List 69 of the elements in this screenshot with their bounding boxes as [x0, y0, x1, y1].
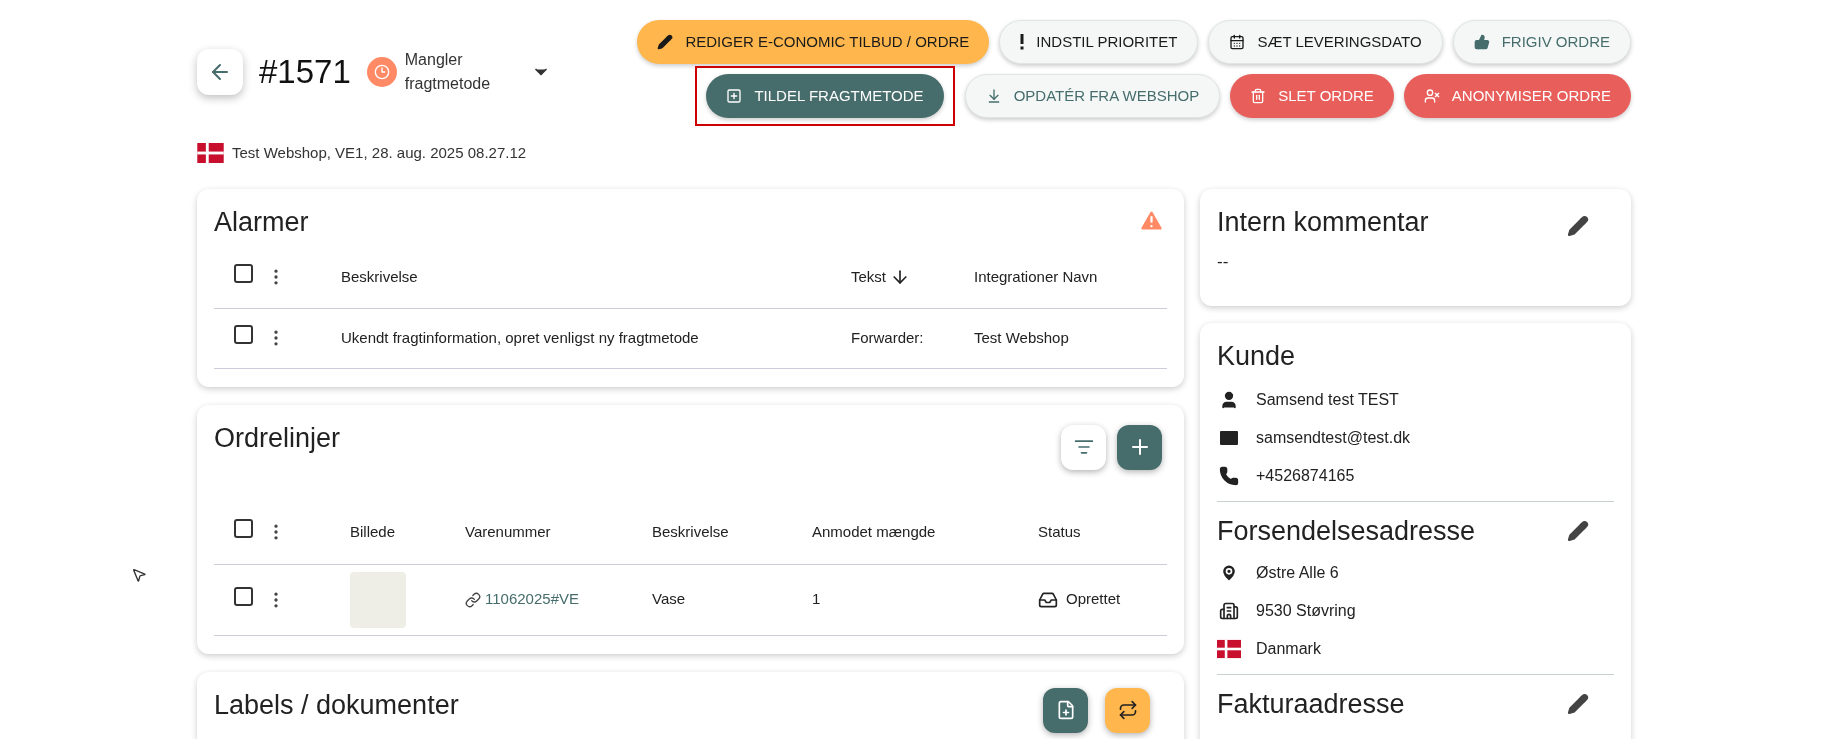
comment-text: --: [1217, 250, 1230, 273]
search-list-button[interactable]: [1061, 424, 1106, 470]
info-text: samsendtest@test.dk: [1256, 427, 1411, 448]
calendar-icon: [1229, 34, 1246, 50]
card-title: Kunde: [1217, 339, 1297, 373]
location-pin-icon: [1219, 562, 1239, 583]
refresh-button[interactable]: [1105, 687, 1150, 733]
link-icon: [465, 591, 481, 608]
add-button[interactable]: [1117, 424, 1162, 470]
column-header[interactable]: Tekst: [851, 265, 974, 289]
action-button[interactable]: REDIGER E-CONOMIC TILBUD / ORDRE: [637, 20, 990, 64]
info-text: 9530 Støvring: [1256, 600, 1356, 621]
flag-icon: [197, 143, 224, 164]
edit-icon[interactable]: [1567, 692, 1589, 715]
column-header[interactable]: Billede: [341, 520, 465, 544]
checkbox[interactable]: [234, 586, 253, 606]
edit-icon[interactable]: [1567, 214, 1589, 237]
card-title: Ordrelinjer: [214, 421, 341, 455]
status-text: Oprettet: [1066, 589, 1121, 610]
table-cell-text: Forwarder:: [851, 327, 925, 348]
card-title: Intern kommentar: [1217, 205, 1429, 239]
mouse-cursor-icon: [131, 566, 147, 584]
loop-arrow-icon: [1117, 700, 1138, 720]
checkbox[interactable]: [234, 519, 253, 538]
list-search-icon: [1073, 437, 1094, 457]
column-header[interactable]: Status: [1038, 520, 1167, 544]
info-text: +4526874165: [1256, 465, 1355, 486]
action-button[interactable]: SÆT LEVERINGSDATO: [1208, 20, 1443, 64]
column-header[interactable]: Integrationer Navn: [974, 265, 1167, 289]
clock-icon: [373, 63, 390, 80]
action-button[interactable]: OPDATÉR FRA WEBSHOP: [964, 74, 1221, 118]
flag-icon: [1217, 638, 1241, 659]
column-header[interactable]: Beskrivelse: [652, 520, 812, 544]
person-off-icon: [1423, 88, 1440, 104]
item-link[interactable]: 11062025#VE: [465, 588, 652, 611]
checkbox[interactable]: [234, 325, 253, 344]
trash-icon: [1250, 88, 1267, 104]
card-title: Forsendelsesadresse: [1217, 514, 1476, 548]
checkbox[interactable]: [234, 264, 253, 283]
order-meta: Test Webshop, VE1, 28. aug. 2025 08.27.12: [232, 143, 527, 163]
table-cell-text: 1: [812, 589, 822, 610]
order-number: #1571: [259, 52, 351, 92]
add-box-icon: [726, 88, 743, 104]
pencil-icon: [657, 34, 674, 50]
exclamation-icon: [1020, 34, 1025, 50]
action-button[interactable]: TILDEL FRAGTMETODE: [706, 74, 944, 118]
column-header[interactable]: Varenummer: [465, 520, 652, 544]
info-text: Østre Alle 6: [1256, 562, 1339, 583]
table-cell-text: Test Webshop: [974, 327, 1070, 348]
table-cell-text: Vase: [652, 589, 687, 610]
back-button[interactable]: [197, 48, 243, 95]
card-title: Labels / dokumenter: [214, 688, 459, 722]
edit-icon[interactable]: [1567, 519, 1589, 542]
info-text: Danmark: [1256, 638, 1321, 659]
action-button[interactable]: INDSTIL PRIORITET: [999, 20, 1199, 64]
phone-icon: [1219, 465, 1239, 486]
table-cell-text: Ukendt fragtinformation, opret venligst ny fragtmetode: [341, 327, 700, 348]
person-icon: [1219, 389, 1239, 410]
city-icon: [1219, 600, 1239, 621]
card-title: Fakturaadresse: [1217, 687, 1405, 721]
add-document-button[interactable]: [1043, 687, 1088, 733]
action-button[interactable]: FRIGIV ORDRE: [1452, 20, 1631, 64]
card-title: Alarmer: [214, 205, 309, 239]
photo-placeholder: [350, 571, 406, 628]
column-header[interactable]: Beskrivelse: [341, 265, 851, 289]
status-dropdown[interactable]: Mangler fragtmetode: [366, 47, 551, 96]
column-header[interactable]: Anmodet mængde: [812, 520, 1038, 544]
info-text: Samsend test TEST: [1256, 389, 1399, 410]
thumbs-up-icon: [1473, 34, 1490, 50]
